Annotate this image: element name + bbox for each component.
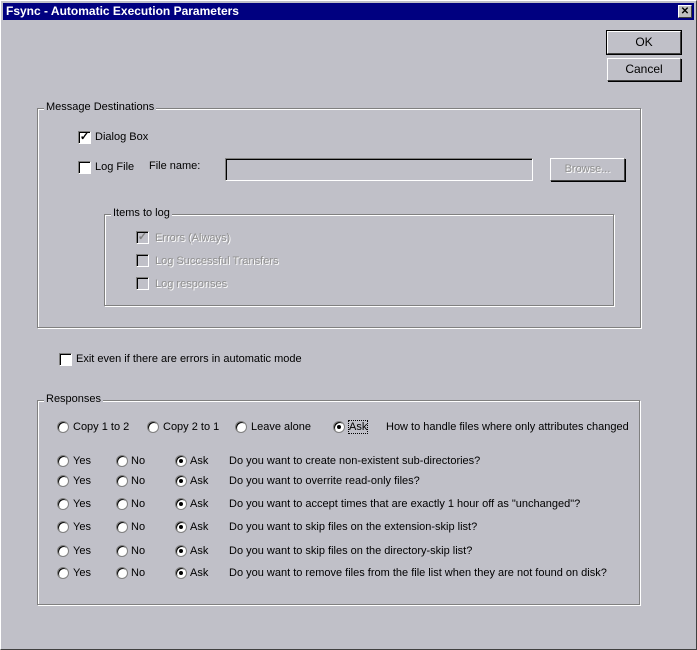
no-radio[interactable] — [116, 455, 128, 467]
response-question: Do you want to skip files on the extensi… — [229, 521, 478, 533]
errors-always-checkbox[interactable]: ✓ — [136, 231, 149, 244]
no-label: No — [131, 455, 146, 467]
yes-radio[interactable] — [57, 475, 69, 487]
no-label: No — [131, 521, 146, 533]
exit-on-errors-checkbox[interactable] — [59, 353, 72, 366]
log-file-checkbox[interactable] — [78, 161, 91, 174]
ask-radio[interactable] — [333, 421, 345, 433]
ask-radio[interactable] — [175, 567, 187, 579]
yes-radio[interactable] — [57, 521, 69, 533]
attributes-question: How to handle files where only attribute… — [386, 421, 629, 433]
no-label: No — [131, 545, 146, 557]
ask-label: Ask — [190, 567, 209, 579]
log-responses-label: Log responses — [155, 278, 228, 290]
copy-2-to-1-radio[interactable] — [147, 421, 159, 433]
dialog-box-checkbox[interactable]: ✓ — [78, 131, 91, 144]
yes-radio[interactable] — [57, 545, 69, 557]
copy-2-to-1-label: Copy 2 to 1 — [163, 421, 220, 433]
no-radio[interactable] — [116, 521, 128, 533]
group-label: Responses — [44, 393, 104, 405]
yes-label: Yes — [73, 545, 91, 557]
copy-1-to-2-radio[interactable] — [57, 421, 69, 433]
log-successful-transfers-label: Log Successful Transfers — [155, 255, 279, 267]
group-label: Items to log — [111, 207, 172, 219]
file-name-label: File name: — [149, 160, 201, 172]
title-bar: Fsync - Automatic Execution Parameters ✕ — [3, 3, 694, 20]
yes-label: Yes — [73, 521, 91, 533]
response-question: Do you want to remove files from the fil… — [229, 567, 607, 579]
exit-on-errors-label: Exit even if there are errors in automat… — [76, 353, 302, 365]
cancel-button[interactable]: Cancel — [607, 58, 681, 81]
response-question: Do you want to accept times that are exa… — [229, 498, 581, 510]
log-file-label: Log File — [95, 161, 135, 173]
ask-radio[interactable] — [175, 521, 187, 533]
yes-label: Yes — [73, 498, 91, 510]
no-label: No — [131, 567, 146, 579]
ask-label: Ask — [190, 455, 209, 467]
no-label: No — [131, 498, 146, 510]
log-successful-transfers-checkbox[interactable] — [136, 254, 149, 267]
ask-label: Ask — [190, 498, 209, 510]
no-label: No — [131, 475, 146, 487]
yes-radio[interactable] — [57, 455, 69, 467]
copy-1-to-2-label: Copy 1 to 2 — [73, 421, 130, 433]
log-responses-checkbox[interactable] — [136, 277, 149, 290]
ask-label: Ask — [347, 420, 369, 434]
ok-button[interactable]: OK — [606, 30, 682, 55]
file-name-input[interactable] — [225, 158, 533, 181]
leave-alone-label: Leave alone — [251, 421, 311, 433]
yes-label: Yes — [73, 475, 91, 487]
yes-radio[interactable] — [57, 567, 69, 579]
ask-radio[interactable] — [175, 455, 187, 467]
dialog-box-label: Dialog Box — [95, 131, 149, 143]
errors-always-label: Errors (Always) — [155, 232, 231, 244]
leave-alone-radio[interactable] — [235, 421, 247, 433]
ask-radio[interactable] — [175, 498, 187, 510]
close-icon[interactable]: ✕ — [678, 5, 692, 18]
browse-button[interactable]: Browse... — [550, 158, 625, 181]
yes-label: Yes — [73, 455, 91, 467]
ask-radio[interactable] — [175, 545, 187, 557]
no-radio[interactable] — [116, 545, 128, 557]
no-radio[interactable] — [116, 498, 128, 510]
window-title: Fsync - Automatic Execution Parameters — [6, 4, 239, 18]
yes-radio[interactable] — [57, 498, 69, 510]
no-radio[interactable] — [116, 567, 128, 579]
ask-label: Ask — [190, 521, 209, 533]
ask-radio[interactable] — [175, 475, 187, 487]
response-question: Do you want to skip files on the directo… — [229, 545, 473, 557]
response-question: Do you want to overrite read-only files? — [229, 475, 420, 487]
response-question: Do you want to create non-existent sub-d… — [229, 455, 481, 467]
ask-label: Ask — [190, 475, 209, 487]
yes-label: Yes — [73, 567, 91, 579]
no-radio[interactable] — [116, 475, 128, 487]
group-label: Message Destinations — [44, 101, 157, 113]
ask-label: Ask — [190, 545, 209, 557]
